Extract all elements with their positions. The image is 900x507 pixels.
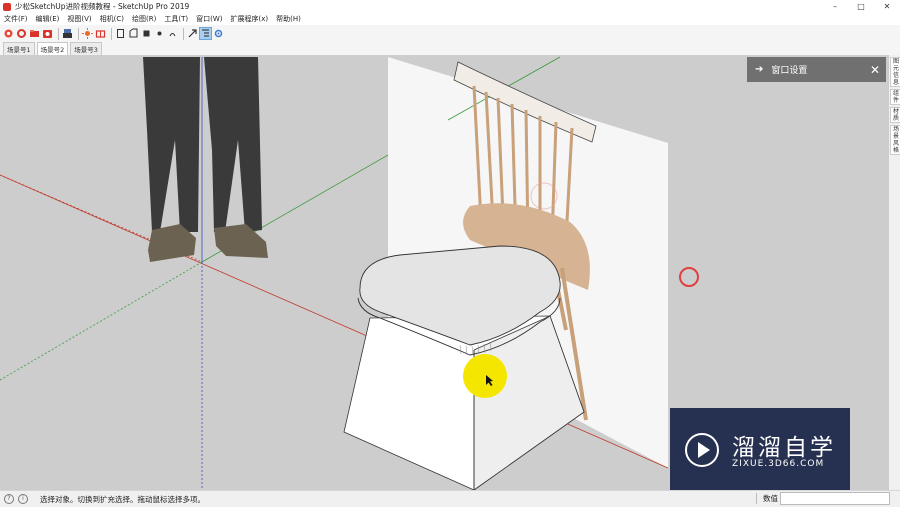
measurements-label: 数值 — [756, 493, 778, 504]
camera-tool-icon[interactable] — [42, 28, 53, 39]
tray-title: 窗口设置 — [771, 66, 808, 76]
menu-help[interactable]: 帮助(H) — [272, 14, 305, 24]
tab-scene-2[interactable]: 场景号2 — [36, 42, 69, 55]
maximize-button[interactable]: □ — [848, 0, 874, 13]
side-tab-materials[interactable]: 材质 — [890, 107, 900, 123]
watermark-url: ZIXUE.3D66.COM — [732, 459, 825, 469]
arrow-right-icon[interactable]: ➔ — [755, 64, 763, 75]
eraser-tool-icon[interactable] — [29, 28, 40, 39]
tab-scene-3[interactable]: 场景号3 — [70, 42, 102, 55]
play-logo-icon — [685, 433, 719, 467]
outliner-icon[interactable] — [199, 27, 212, 40]
stool-model[interactable] — [343, 245, 585, 490]
tray-panel-header[interactable]: ➔ 窗口设置 ✕ — [747, 57, 886, 82]
menu-draw[interactable]: 绘图(R) — [128, 14, 160, 24]
help-icon[interactable]: ? — [4, 494, 14, 504]
scene-tabs-bar: 场景号1 场景号2 场景号3 — [0, 42, 900, 55]
cursor-highlight — [463, 354, 507, 398]
toolbar-separator — [111, 27, 112, 40]
tray-side-strip: 图元信息 组件 材质 场景风格 — [888, 55, 900, 490]
sketchup-app-icon — [3, 2, 11, 11]
side-tab-components[interactable]: 组件 — [890, 89, 900, 105]
back-view-icon[interactable] — [128, 28, 139, 39]
sun-icon[interactable] — [82, 28, 93, 39]
scale-figure[interactable] — [143, 57, 268, 262]
window-title: 少松SketchUp进阶视频教程 - SketchUp Pro 2019 — [15, 2, 190, 11]
tab-scene-1[interactable]: 场景号1 — [3, 42, 35, 55]
menu-tools[interactable]: 工具(T) — [160, 14, 192, 24]
menu-extensions[interactable]: 扩展程序(x) — [226, 14, 272, 24]
arrow-icon[interactable] — [187, 28, 198, 39]
measurements-input[interactable] — [780, 492, 890, 505]
toolbar-separator — [78, 27, 79, 40]
title-bar: 少松SketchUp进阶视频教程 - SketchUp Pro 2019 – □… — [0, 0, 900, 13]
toolbar-separator — [183, 27, 184, 40]
info-icon[interactable]: i — [18, 494, 28, 504]
menu-file[interactable]: 文件(F) — [0, 14, 32, 24]
green-axis-dashed — [0, 261, 203, 381]
tray-close-icon[interactable]: ✕ — [870, 63, 880, 77]
top-view-icon[interactable] — [141, 28, 152, 39]
side-tab-styles[interactable]: 场景风格 — [890, 125, 900, 155]
watermark-overlay: 溜溜自学 ZIXUE.3D66.COM — [670, 408, 850, 492]
status-hint: 选择对象。切换到扩充选择。拖动鼠标选择多项。 — [40, 494, 205, 504]
menu-window[interactable]: 窗口(W) — [192, 14, 226, 24]
close-button[interactable]: ✕ — [874, 0, 900, 13]
toolbar-separator — [58, 27, 59, 40]
print-icon[interactable] — [62, 28, 73, 39]
section-icon[interactable] — [154, 28, 165, 39]
paint-tool-icon[interactable] — [16, 28, 27, 39]
window-controls: – □ ✕ — [822, 0, 900, 13]
box-icon[interactable] — [95, 28, 106, 39]
menu-camera[interactable]: 相机(C) — [96, 14, 128, 24]
menu-edit[interactable]: 编辑(E) — [32, 14, 64, 24]
minimize-button[interactable]: – — [822, 0, 848, 13]
front-view-icon[interactable] — [115, 28, 126, 39]
select-tool-icon[interactable] — [3, 28, 14, 39]
menu-bar: 文件(F) 编辑(E) 视图(V) 相机(C) 绘图(R) 工具(T) 窗口(W… — [0, 13, 900, 25]
click-ring-icon — [679, 267, 699, 287]
gear-icon[interactable] — [213, 28, 224, 39]
walk-icon[interactable] — [167, 28, 178, 39]
side-tab-entity-info[interactable]: 图元信息 — [890, 57, 900, 87]
toolbar — [0, 25, 900, 42]
watermark-title: 溜溜自学 — [732, 435, 836, 461]
menu-view[interactable]: 视图(V) — [63, 14, 95, 24]
